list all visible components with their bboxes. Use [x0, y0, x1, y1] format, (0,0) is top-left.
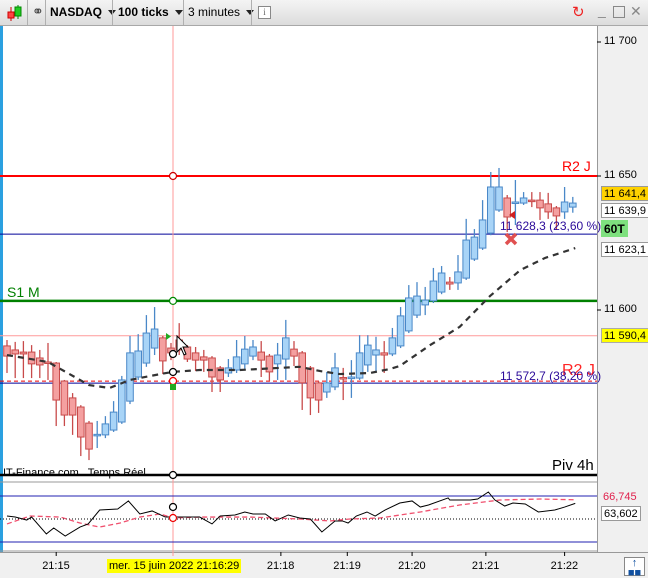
candle: [134, 350, 142, 378]
candle: [118, 379, 126, 423]
osc-value-box: 63,602: [601, 506, 641, 521]
candle: [142, 332, 151, 364]
candle: [528, 199, 536, 203]
candle: [519, 197, 528, 204]
candle: [68, 397, 77, 416]
watermark: IT-Finance.com Temps Réel: [3, 467, 146, 479]
candle: [364, 344, 372, 366]
candle: [380, 352, 388, 356]
entry-arrow-icon: [166, 333, 171, 340]
candle: [150, 328, 159, 349]
candle: [495, 186, 503, 211]
crosshair-marker: [168, 376, 178, 386]
osc-line: [6, 491, 576, 537]
candle: [19, 351, 28, 355]
price-tick-11650: 11 650: [604, 169, 637, 181]
candle: [560, 201, 569, 213]
candle: [101, 423, 110, 436]
candle: [388, 337, 397, 355]
candle: [109, 411, 118, 431]
candle: [232, 356, 241, 371]
crosshair-marker: [168, 470, 178, 480]
s1m-label: S1 M: [7, 284, 40, 300]
ma-value-box: 11 623,1: [601, 242, 648, 257]
candle: [446, 281, 454, 285]
crosshair-marker: [168, 296, 178, 305]
candle: [487, 186, 495, 234]
candle: [159, 337, 167, 362]
candle: [126, 352, 134, 402]
candle: [470, 236, 479, 260]
countdown-badge: 60T: [601, 220, 628, 237]
candle: [323, 382, 331, 393]
candle: [273, 354, 282, 365]
entry-marker-icon: [170, 384, 176, 390]
time-tick-label: 21:21: [471, 560, 500, 572]
candle: [93, 433, 102, 437]
time-tick-label: 21:22: [550, 560, 579, 572]
candle: [405, 297, 413, 332]
candle: [478, 219, 487, 249]
crosshair-price-box: 11 590,4: [601, 328, 648, 343]
candle: [282, 337, 290, 360]
candle: [511, 201, 520, 204]
close-price-box: 11 639,9: [601, 203, 648, 218]
candle: [200, 356, 208, 361]
moving-average-line: [6, 247, 576, 390]
price-chart[interactable]: [0, 0, 648, 577]
piv4h-label: Piv 4h: [552, 457, 594, 474]
crosshair-marker: [168, 171, 178, 181]
candle: [421, 299, 429, 306]
close-marker-icon: [504, 232, 518, 246]
r2j-label: R2 J: [562, 158, 591, 174]
candle: [314, 382, 323, 401]
crosshair-marker: [168, 367, 178, 377]
crosshair-marker: [168, 513, 178, 523]
candle: [249, 346, 257, 357]
scroll-to-end-icon[interactable]: ↑ ■■: [624, 557, 645, 579]
fib-38-label: 11 572,7 (38,20 %): [500, 369, 602, 383]
price-tick-11600: 11 600: [604, 303, 637, 315]
last-price-box: 11 641,4: [601, 186, 648, 201]
candle: [536, 199, 544, 209]
fib-23-label: 11 628,3 (23,60 %): [500, 219, 602, 233]
candle: [462, 239, 470, 279]
crosshair-marker: [168, 502, 178, 512]
candle: [413, 295, 421, 316]
candle: [339, 377, 347, 380]
candle: [396, 315, 405, 347]
time-tick-label: 21:18: [266, 560, 295, 572]
crosshair-time-label: mer. 15 juin 2022 21:16:29: [107, 559, 242, 573]
candle: [347, 376, 356, 380]
candle: [454, 271, 462, 284]
candle: [208, 357, 216, 378]
osc-signal-line: [6, 498, 576, 528]
crosshair-marker: [168, 349, 178, 359]
candle: [290, 348, 298, 357]
time-tick-label: 21:19: [333, 560, 361, 572]
candle: [437, 272, 446, 293]
price-tick-11700: 11 700: [604, 35, 637, 47]
candle: [191, 352, 200, 361]
candle: [52, 362, 61, 401]
time-tick-label: 21:15: [42, 560, 70, 572]
candle: [85, 422, 93, 450]
candle: [241, 348, 249, 365]
time-tick-label: 21:20: [398, 560, 426, 572]
candle: [60, 380, 69, 416]
candle: [552, 207, 561, 217]
candle: [257, 351, 265, 361]
candle: [569, 202, 577, 208]
candle: [77, 406, 85, 438]
candle: [11, 349, 19, 355]
candle: [331, 367, 339, 388]
signal-value-box: 66,745: [603, 491, 637, 503]
candle: [429, 280, 438, 302]
candle: [372, 349, 380, 356]
candle: [503, 197, 511, 218]
candle: [544, 203, 553, 213]
candle: [306, 367, 315, 399]
